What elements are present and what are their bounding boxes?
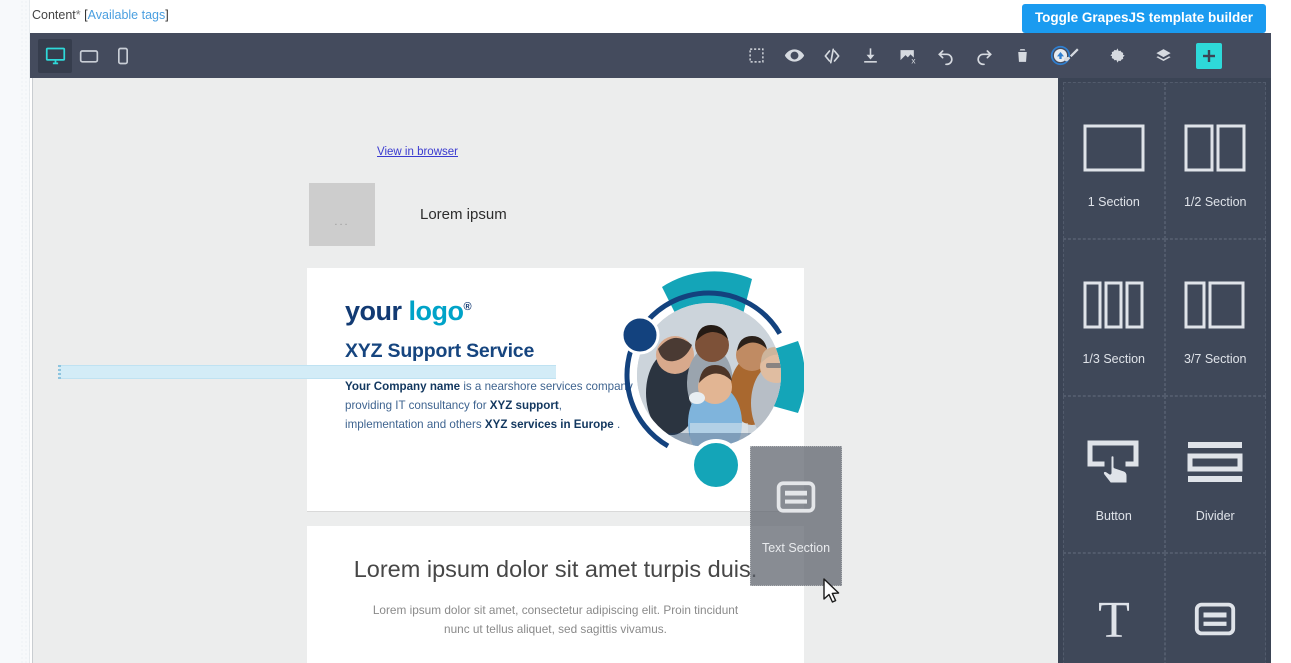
button-icon — [1085, 425, 1143, 499]
tags-bracket-close: ] — [165, 8, 169, 22]
logo-word-2: logo — [408, 296, 464, 326]
content-field-label-row: Content* [Available tags] — [30, 0, 1020, 30]
editor-toolbar: x — [30, 33, 1271, 78]
svg-text:x: x — [911, 55, 916, 65]
borders-visibility-icon[interactable] — [745, 45, 767, 67]
block-label: Divider — [1195, 508, 1235, 523]
block-text[interactable]: T Text — [1063, 553, 1165, 663]
device-switcher — [38, 33, 140, 78]
hero-title[interactable]: XYZ Support Service — [345, 340, 534, 363]
text-icon: T — [1088, 582, 1140, 656]
style-manager-brush-icon[interactable] — [1058, 43, 1084, 69]
block-label: 1/2 Section — [1183, 194, 1247, 209]
hero-section[interactable]: your logo® XYZ Support Service Your Comp… — [307, 268, 804, 511]
field-label-text: Content — [32, 8, 76, 22]
hero-photo-graphic — [602, 268, 804, 511]
device-desktop-button[interactable] — [38, 38, 72, 73]
block-label: Button — [1095, 508, 1132, 523]
block-button[interactable]: Button — [1063, 396, 1165, 553]
block-label: 3/7 Section — [1183, 351, 1247, 366]
hero-body-text[interactable]: Your Company name is a nearshore service… — [345, 378, 637, 434]
email-header-block[interactable]: View in browser ... Lorem ipsum — [32, 78, 1058, 246]
hero-body-strong-2: XYZ support — [489, 398, 559, 412]
view-in-browser-link[interactable]: View in browser — [32, 146, 1058, 158]
layer-manager-icon[interactable] — [1150, 43, 1176, 69]
block-text-section[interactable]: Text Section — [1164, 553, 1266, 663]
settings-gear-icon[interactable] — [1104, 43, 1130, 69]
grapesjs-editor: x View in browser ... Lorem ipsum your l… — [30, 33, 1271, 663]
drop-position-indicator — [58, 365, 556, 381]
content-field-label: Content* [Available tags] — [32, 8, 169, 22]
email-body-card: your logo® XYZ Support Service Your Comp… — [307, 268, 804, 663]
lower-section-subtitle[interactable]: Lorem ipsum dolor sit amet, consectetur … — [366, 601, 746, 639]
app-root: Content* [Available tags] Toggle GrapesJ… — [0, 0, 1291, 663]
block-label: 1 Section — [1087, 194, 1140, 209]
block-half-section[interactable]: 1/2 Section — [1164, 82, 1266, 239]
logo-word-1: your — [345, 296, 409, 326]
panel-switcher — [1058, 33, 1222, 78]
editor-actions: x — [745, 33, 1071, 78]
view-code-icon[interactable] — [821, 45, 843, 67]
block-one-section[interactable]: 1 Section — [1063, 82, 1165, 239]
required-marker: * — [75, 8, 81, 22]
block-label: 1/3 Section — [1082, 351, 1146, 366]
logo: your logo® — [345, 296, 472, 327]
logo-registered-mark: ® — [463, 301, 472, 313]
lower-section-title[interactable]: Lorem ipsum dolor sit amet turpis duis. — [329, 556, 782, 583]
editor-canvas[interactable]: View in browser ... Lorem ipsum your log… — [30, 78, 1058, 663]
device-tablet-button[interactable] — [72, 39, 106, 73]
text-section-icon — [1187, 582, 1243, 656]
page-left-gutter — [0, 0, 30, 663]
preview-eye-icon[interactable] — [783, 45, 805, 67]
divider-icon — [1186, 425, 1244, 499]
block-divider[interactable]: Divider — [1164, 396, 1266, 553]
hero-divider — [307, 511, 804, 512]
third-section-icon — [1083, 268, 1145, 342]
hero-body-strong-3: XYZ services in Europe — [484, 417, 614, 431]
blocks-panel[interactable]: 1 Section 1/2 Section 1/3 Section 3/7 Se… — [1058, 78, 1271, 663]
email-header-row[interactable]: ... Lorem ipsum — [309, 183, 829, 246]
available-tags-link[interactable]: Available tags — [88, 8, 166, 22]
half-section-icon — [1184, 111, 1246, 185]
svg-text:T: T — [1098, 595, 1130, 643]
one-section-icon — [1083, 111, 1145, 185]
trash-icon[interactable] — [1011, 45, 1033, 67]
email-header-text[interactable]: Lorem ipsum — [420, 206, 507, 223]
clear-images-icon[interactable]: x — [897, 45, 919, 67]
import-download-icon[interactable] — [859, 45, 881, 67]
block-three-seventh-section[interactable]: 3/7 Section — [1164, 239, 1266, 396]
canvas-surface[interactable]: View in browser ... Lorem ipsum your log… — [32, 78, 1058, 663]
undo-icon[interactable] — [935, 45, 957, 67]
redo-icon[interactable] — [973, 45, 995, 67]
toggle-template-builder-button[interactable]: Toggle GrapesJS template builder — [1021, 4, 1266, 33]
three-seventh-section-icon — [1184, 268, 1246, 342]
hero-body-strong-1: Your Company name — [345, 380, 461, 393]
image-placeholder[interactable]: ... — [309, 183, 375, 246]
device-mobile-button[interactable] — [106, 39, 140, 73]
open-blocks-plus-icon[interactable] — [1196, 42, 1222, 69]
lower-text-section[interactable]: Lorem ipsum dolor sit amet turpis duis. … — [307, 526, 804, 663]
block-third-section[interactable]: 1/3 Section — [1063, 239, 1165, 396]
mouse-cursor — [822, 578, 841, 609]
